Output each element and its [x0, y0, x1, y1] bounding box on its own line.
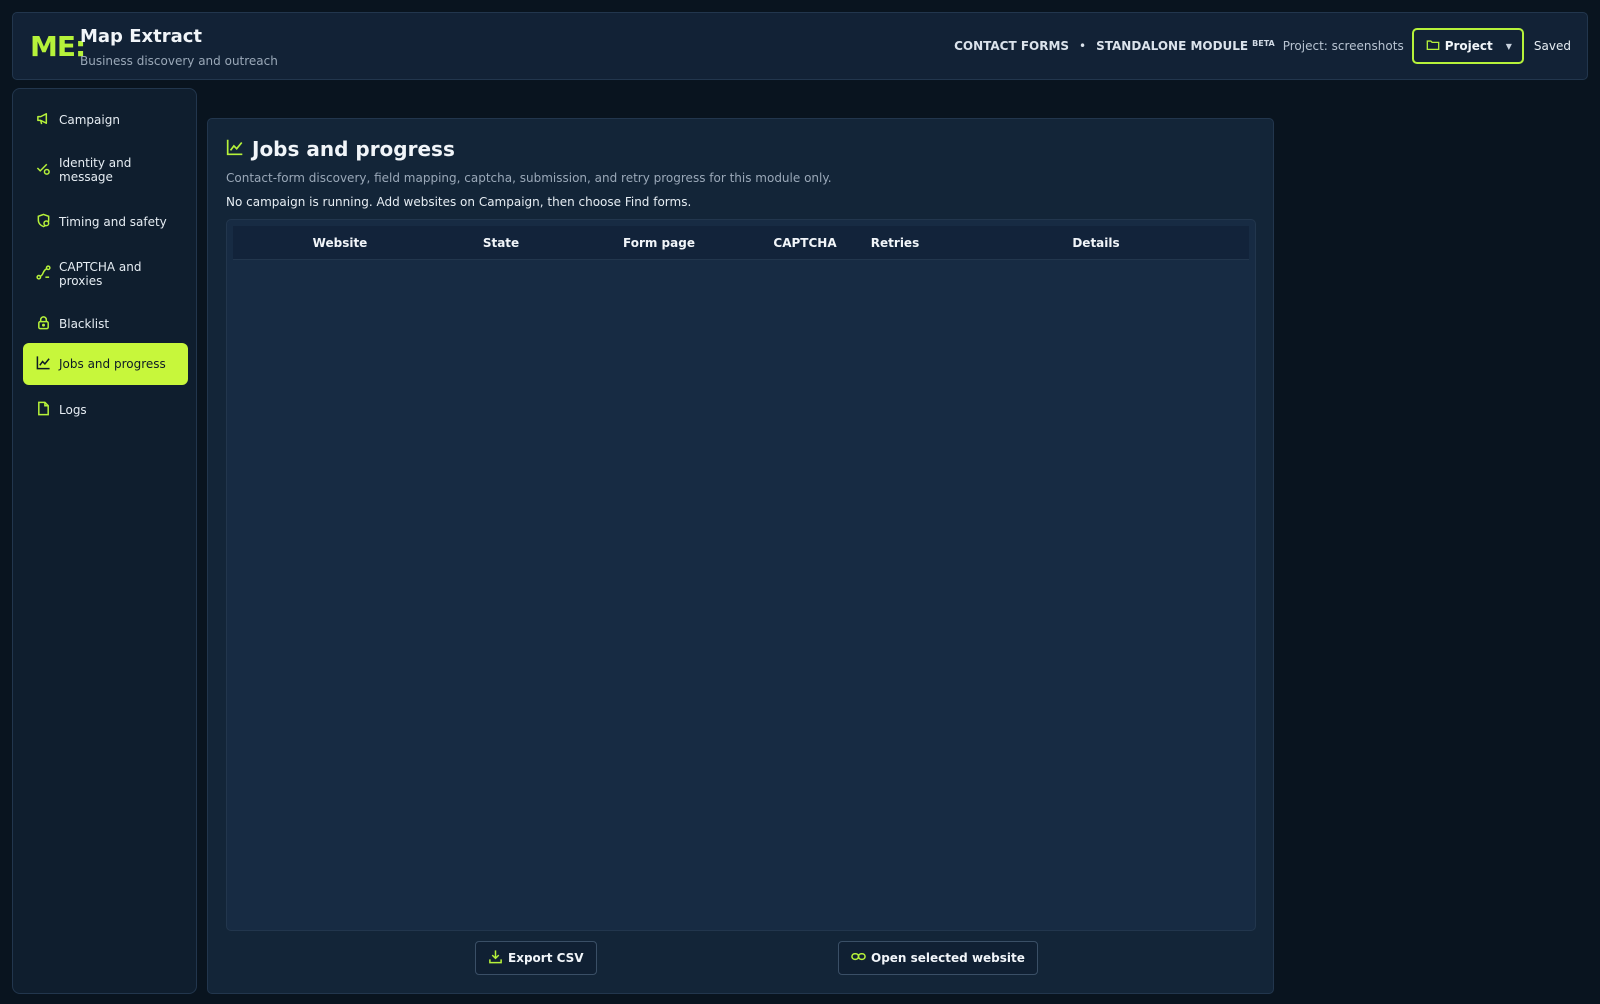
campaign-status: No campaign is running. Add websites on …: [226, 195, 692, 209]
sidebar-item-label: Timing and safety: [59, 215, 167, 229]
sidebar-item-blacklist[interactable]: Blacklist: [23, 303, 188, 345]
top-bar: ME: Map Extract Business discovery and o…: [12, 12, 1588, 80]
project-label: Project: screenshots: [1282, 39, 1404, 53]
megaphone-icon: [36, 111, 51, 129]
breadcrumb-standalone-module: STANDALONE MODULE: [1096, 39, 1249, 53]
column-header-details[interactable]: Details: [943, 226, 1249, 260]
chevron-down-icon[interactable]: ▼: [1506, 42, 1512, 51]
sidebar-item-jobs-and-progress[interactable]: Jobs and progress: [23, 343, 188, 385]
sidebar-item-label: Jobs and progress: [59, 357, 166, 371]
header-actions: CONTACT FORMS • STANDALONE MODULE BETA P…: [954, 28, 1571, 64]
project-button[interactable]: Project ▼: [1411, 28, 1524, 64]
file-icon: [36, 401, 51, 419]
app-logo: ME:: [30, 30, 86, 63]
sidebar-item-label: Logs: [59, 403, 87, 417]
sidebar-item-timing-and-safety[interactable]: Timing and safety: [23, 201, 188, 243]
sidebar-item-label: Identity and message: [59, 156, 132, 184]
save-status: Saved: [1533, 39, 1571, 53]
sidebar-item-label: Blacklist: [59, 317, 110, 331]
app-subtitle: Business discovery and outreach: [80, 54, 278, 68]
breadcrumb-contact-forms[interactable]: CONTACT FORMS: [954, 39, 1069, 53]
check-badge-icon: [36, 161, 51, 179]
project-button-label: Project: [1444, 39, 1493, 53]
page-title-text: Jobs and progress: [252, 137, 455, 161]
column-header-retries[interactable]: Retries: [847, 226, 943, 260]
column-header-website[interactable]: Website: [233, 226, 447, 260]
export-csv-label: Export CSV: [508, 951, 584, 965]
sidebar: Campaign Identity and message Timing and…: [12, 88, 197, 994]
jobs-table[interactable]: Website State Form page CAPTCHA Retries …: [226, 219, 1256, 931]
column-header-form-page[interactable]: Form page: [555, 226, 763, 260]
sidebar-item-identity-and-message[interactable]: Identity and message: [23, 149, 188, 191]
sidebar-item-captcha-and-proxies[interactable]: CAPTCHA and proxies: [23, 253, 188, 295]
breadcrumb-separator: •: [1079, 39, 1087, 53]
page-title: Jobs and progress: [226, 137, 455, 161]
chart-line-icon: [36, 355, 51, 373]
export-csv-button[interactable]: Export CSV: [475, 941, 597, 975]
sidebar-item-campaign[interactable]: Campaign: [23, 99, 188, 141]
sidebar-item-logs[interactable]: Logs: [23, 389, 188, 431]
open-selected-website-button[interactable]: Open selected website: [838, 941, 1038, 975]
chart-line-icon: [226, 137, 244, 161]
beta-badge: BETA: [1252, 38, 1275, 48]
app-title: Map Extract: [80, 26, 203, 47]
link-icon: [851, 949, 866, 967]
shield-clock-icon: [36, 213, 51, 231]
sidebar-item-label: CAPTCHA and proxies: [59, 260, 142, 288]
column-header-state[interactable]: State: [447, 226, 555, 260]
folder-icon: [1426, 38, 1440, 55]
table-header: Website State Form page CAPTCHA Retries …: [233, 226, 1249, 260]
page-description: Contact-form discovery, field mapping, c…: [226, 171, 832, 185]
column-header-captcha[interactable]: CAPTCHA: [763, 226, 847, 260]
lock-icon: [36, 315, 51, 333]
open-selected-website-label: Open selected website: [871, 951, 1025, 965]
sidebar-item-label: Campaign: [59, 113, 120, 127]
route-icon: [36, 265, 51, 283]
jobs-panel: Jobs and progress Contact-form discovery…: [207, 118, 1274, 994]
download-icon: [488, 949, 503, 967]
